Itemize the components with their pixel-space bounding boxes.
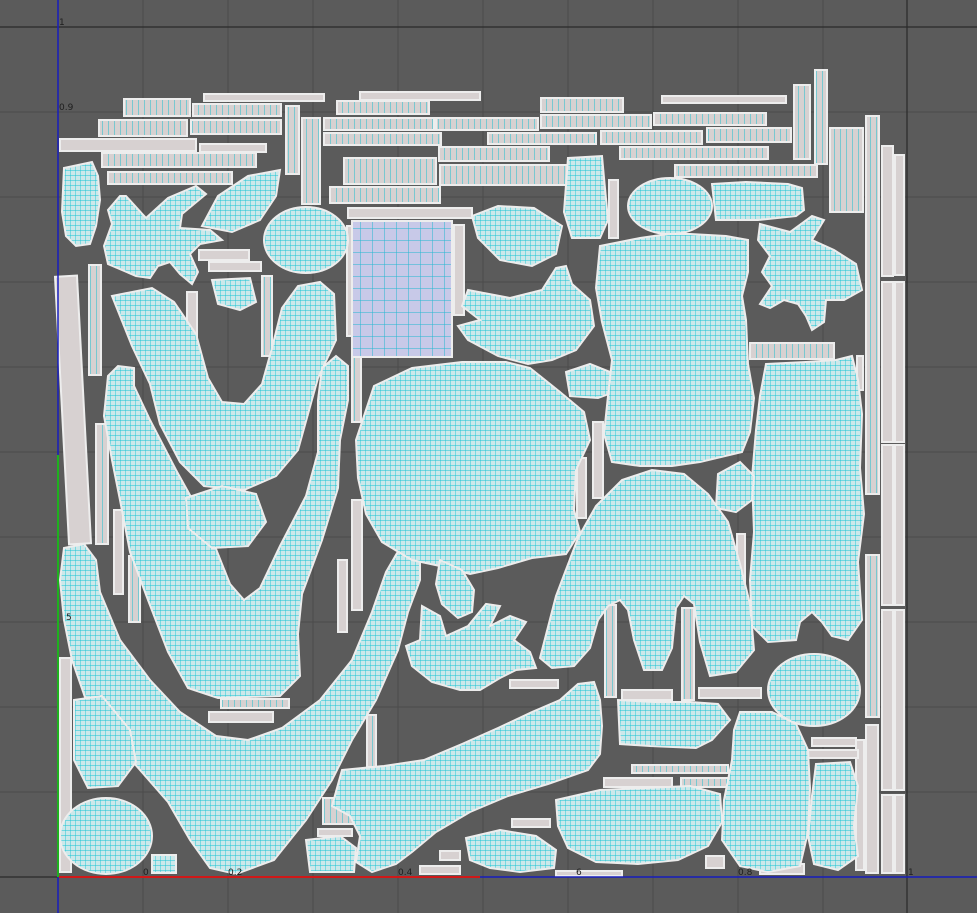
checker-texture-shell[interactable] <box>351 220 453 358</box>
shirt-shell-right[interactable] <box>594 233 756 467</box>
hand-shell-top-right[interactable] <box>756 214 864 332</box>
foot-shell-bottom-right[interactable] <box>806 760 860 872</box>
foot-shell-bottom-left-small[interactable] <box>304 834 358 873</box>
v-tick-05: 5 <box>66 613 72 623</box>
u-tick-08: 0.8 <box>738 868 753 878</box>
uv-canvas[interactable]: 1 0.9 5 0 0.2 0.4 6 0.8 1 <box>0 0 977 913</box>
uv-texture-editor-viewport[interactable]: 1 0.9 5 0 0.2 0.4 6 0.8 1 <box>0 0 977 913</box>
foot-shell-bottom-center[interactable] <box>464 828 558 874</box>
torso-shell-center[interactable] <box>354 361 592 576</box>
head-shell-top-right[interactable] <box>627 177 713 235</box>
foot-shell-left-top[interactable] <box>60 160 102 248</box>
arm-shell-top-right[interactable] <box>710 180 806 221</box>
foot-shell-top-right[interactable] <box>562 154 610 239</box>
sleeve-shell-lower-right[interactable] <box>720 711 812 874</box>
u-tick-00: 0 <box>143 868 149 878</box>
uv-shells[interactable] <box>53 69 905 877</box>
head-shell-right[interactable] <box>767 653 861 727</box>
foot-shell-small[interactable] <box>564 362 616 400</box>
v-tick-top: 1 <box>59 18 65 28</box>
hand-shell-lower-center[interactable] <box>404 602 538 691</box>
u-tick-06: 6 <box>576 868 582 878</box>
v-tick-09: 0.9 <box>59 103 74 113</box>
hand-shell-center[interactable] <box>456 264 596 366</box>
leaf-shell-right[interactable] <box>714 460 756 514</box>
head-shell-bottom-left[interactable] <box>59 797 153 875</box>
leaf-shell-bottom-center[interactable] <box>554 784 724 866</box>
u-tick-02: 0.2 <box>228 868 242 878</box>
leaf-shell-center-top[interactable] <box>470 204 564 268</box>
u-tick-04: 0.4 <box>398 868 413 878</box>
strip-shells-right[interactable] <box>865 115 905 874</box>
garment-shell-right[interactable] <box>748 354 866 644</box>
head-shell-top[interactable] <box>263 206 349 274</box>
foot-shell-lower-right[interactable] <box>616 698 732 750</box>
hand-shell-top-left[interactable] <box>102 184 225 286</box>
u-tick-10: 1 <box>908 868 914 878</box>
body-shell-neck[interactable] <box>210 276 258 312</box>
